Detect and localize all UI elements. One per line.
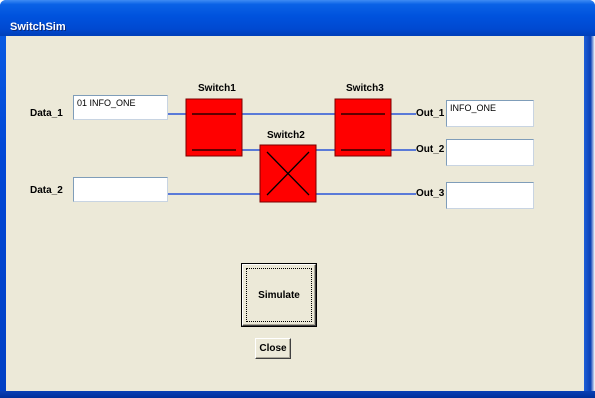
out2-field[interactable] bbox=[446, 139, 534, 166]
switch3-label: Switch3 bbox=[346, 83, 384, 94]
close-button-label: Close bbox=[259, 343, 287, 354]
title-bar[interactable]: SwitchSim bbox=[0, 0, 595, 36]
window-frame-bottom bbox=[0, 391, 595, 398]
data2-field[interactable] bbox=[73, 177, 168, 202]
switch1-block[interactable] bbox=[185, 98, 243, 157]
switch2-label: Switch2 bbox=[267, 130, 305, 141]
out1-field[interactable]: INFO_ONE bbox=[446, 100, 534, 127]
data1-field[interactable]: 01 INFO_ONE bbox=[73, 95, 168, 120]
window-frame-right bbox=[584, 36, 595, 398]
switch2-block[interactable] bbox=[259, 144, 317, 203]
switch1-label: Switch1 bbox=[198, 83, 236, 94]
out2-label: Out_2 bbox=[416, 144, 445, 155]
data2-label: Data_2 bbox=[30, 185, 63, 196]
client-area: Switch1 Switch2 Switch3 Data_1 01 INFO_O… bbox=[6, 36, 584, 391]
simulate-button-label: Simulate bbox=[258, 289, 300, 301]
close-button[interactable]: Close bbox=[255, 338, 291, 359]
out1-label: Out_1 bbox=[416, 108, 445, 119]
window-title: SwitchSim bbox=[10, 21, 66, 33]
app-window: SwitchSim Switch1 Switch2 Switch3 Data_1… bbox=[0, 0, 595, 398]
out3-field[interactable] bbox=[446, 182, 534, 209]
simulate-button[interactable]: Simulate bbox=[241, 263, 317, 327]
switch-network bbox=[167, 98, 416, 203]
data1-label: Data_1 bbox=[30, 108, 63, 119]
out3-label: Out_3 bbox=[416, 188, 445, 199]
switch3-block[interactable] bbox=[334, 98, 392, 157]
